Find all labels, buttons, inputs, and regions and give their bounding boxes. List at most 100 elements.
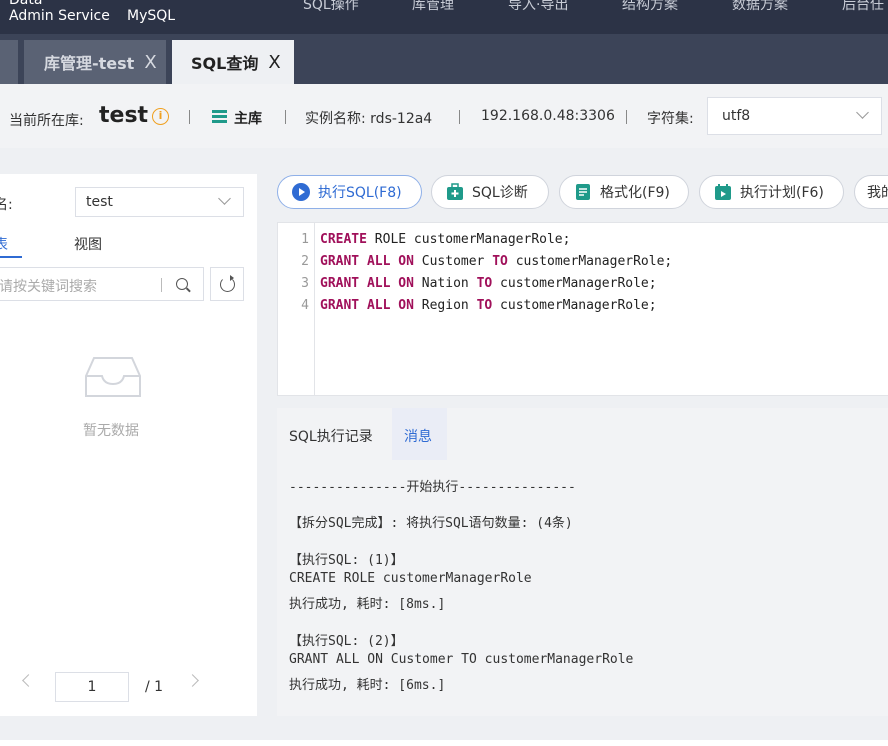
sql-text: Region: [413, 298, 477, 313]
chevron-left-icon[interactable]: [22, 674, 35, 687]
sql-keyword: ON: [398, 254, 414, 269]
sql-keyword: ON: [398, 298, 414, 313]
db-select-label: 名:: [0, 197, 13, 213]
nav-item-sql-ops[interactable]: SQL操作: [303, 0, 359, 14]
tab-label: SQL查询: [191, 54, 259, 73]
refresh-icon: [220, 275, 235, 292]
tab-tables[interactable]: 表: [0, 234, 8, 254]
empty-inbox-icon: [85, 357, 141, 397]
top-nav: Data Admin Service MySQL SQL操作 库管理 导入·导出…: [0, 0, 888, 34]
message-line: GRANT ALL ON Customer TO customerManager…: [289, 652, 634, 667]
chevron-down-icon: [218, 192, 231, 205]
line-number: 3: [301, 276, 309, 291]
current-db-name: test: [99, 103, 149, 128]
button-label: 执行计划(F6): [740, 185, 824, 201]
instance-name: 实例名称: rds-12a4: [305, 111, 433, 127]
message-line: CREATE ROLE customerManagerRole: [289, 571, 532, 586]
message-line: 执行成功, 耗时: [6ms.]: [289, 678, 446, 693]
left-panel: 名: test 表 视图 请按关键词搜索 暂无数据 1 / 1: [0, 174, 257, 716]
tab-sql-query[interactable]: SQL查询 X: [172, 40, 294, 84]
tab-sql-history[interactable]: SQL执行记录: [289, 426, 373, 446]
sql-text: customerManagerRole;: [492, 276, 657, 291]
line-number: 4: [301, 298, 309, 313]
tab-bar: 库管理-test X SQL查询 X: [0, 34, 888, 84]
button-label: SQL诊断: [472, 185, 528, 201]
messages-panel: ---------------开始执行--------------- 【拆分SQ…: [277, 460, 888, 716]
code-line[interactable]: GRANT ALL ON Customer TO customerManager…: [320, 254, 672, 269]
instance-address: 192.168.0.48:3306: [481, 108, 615, 124]
search-icon[interactable]: [176, 278, 188, 290]
info-bar: 当前所在库: test i 主库 实例名称: rds-12a4 192.168.…: [0, 84, 888, 148]
charset-label: 字符集:: [647, 111, 694, 127]
sql-diagnose-button[interactable]: SQL诊断: [431, 175, 549, 209]
chevron-right-icon[interactable]: [186, 674, 199, 687]
code-line[interactable]: GRANT ALL ON Nation TO customerManagerRo…: [320, 276, 657, 291]
divider: [459, 110, 460, 124]
tab-label: 库管理-test: [44, 54, 135, 73]
close-icon[interactable]: X: [268, 52, 280, 73]
tab-views[interactable]: 视图: [74, 234, 102, 254]
format-button[interactable]: 格式化(F9): [559, 175, 689, 209]
db-select[interactable]: test: [75, 187, 244, 217]
table-search: 请按关键词搜索: [0, 267, 204, 301]
line-number: 1: [301, 232, 309, 247]
line-number-gutter: 1 2 3 4: [278, 223, 315, 395]
execution-plan-button[interactable]: 执行计划(F6): [699, 175, 844, 209]
line-number: 2: [301, 254, 309, 269]
active-tab-indicator: [0, 256, 22, 258]
code-line[interactable]: CREATE ROLE customerManagerRole;: [320, 232, 570, 247]
search-input[interactable]: 请按关键词搜索: [0, 276, 97, 296]
button-label: 执行SQL(F8): [318, 185, 402, 201]
sql-text: ROLE customerManagerRole;: [366, 232, 571, 247]
divider: [626, 110, 627, 124]
charset-value: utf8: [722, 108, 751, 124]
message-line: 【拆分SQL完成】: 将执行SQL语句数量: (4条): [289, 516, 573, 531]
sql-text: Customer: [413, 254, 493, 269]
sql-keyword: TO: [476, 276, 493, 291]
sql-keyword: ALL: [366, 276, 391, 291]
my-button[interactable]: 我的: [854, 175, 888, 209]
sql-editor[interactable]: 1 2 3 4 CREATE ROLE customerManagerRole;…: [277, 222, 888, 396]
refresh-button[interactable]: [210, 267, 244, 301]
nav-item-data-plan[interactable]: 数据方案: [732, 0, 788, 14]
sql-keyword: GRANT: [320, 276, 360, 291]
divider: [189, 110, 190, 124]
message-line: ---------------开始执行---------------: [289, 480, 576, 495]
brand-line1: Data: [9, 0, 43, 8]
tab-stub[interactable]: [0, 40, 18, 84]
sql-keyword: TO: [492, 254, 508, 269]
bottom-strip: [0, 740, 888, 746]
sql-text: Nation: [413, 276, 477, 291]
sql-keyword: CREATE: [320, 232, 367, 247]
code-line[interactable]: GRANT ALL ON Region TO customerManagerRo…: [320, 298, 657, 313]
info-icon[interactable]: i: [152, 108, 169, 125]
tab-db-manage[interactable]: 库管理-test X: [24, 40, 166, 84]
sql-text: customerManagerRole;: [492, 298, 657, 313]
play-icon: [292, 183, 310, 201]
message-line: 执行成功, 耗时: [8ms.]: [289, 597, 446, 612]
message-line: 【执行SQL: (2)】: [289, 634, 404, 649]
sql-keyword: ALL: [366, 298, 391, 313]
close-icon[interactable]: X: [144, 52, 156, 73]
primary-db-icon: [212, 110, 227, 124]
button-label: 我的: [867, 185, 888, 201]
chevron-down-icon: [856, 106, 869, 119]
sql-keyword: TO: [476, 298, 493, 313]
nav-item-import-export[interactable]: 导入·导出: [508, 0, 568, 14]
nav-item-schema-plan[interactable]: 结构方案: [622, 0, 678, 14]
nav-item-db-manage[interactable]: 库管理: [412, 0, 454, 14]
sql-keyword: ALL: [366, 254, 391, 269]
result-tabs: SQL执行记录 消息: [277, 408, 888, 460]
page-input[interactable]: 1: [55, 672, 129, 702]
tab-label: 消息: [404, 429, 432, 445]
button-label: 格式化(F9): [600, 185, 670, 201]
charset-select[interactable]: utf8: [707, 97, 882, 135]
document-icon: [576, 184, 590, 200]
nav-item-background-tasks[interactable]: 后台任: [842, 0, 884, 14]
tab-messages[interactable]: 消息: [392, 408, 447, 460]
sql-keyword: ON: [398, 276, 414, 291]
product-name: MySQL: [127, 8, 176, 24]
execute-sql-button[interactable]: 执行SQL(F8): [277, 175, 422, 209]
